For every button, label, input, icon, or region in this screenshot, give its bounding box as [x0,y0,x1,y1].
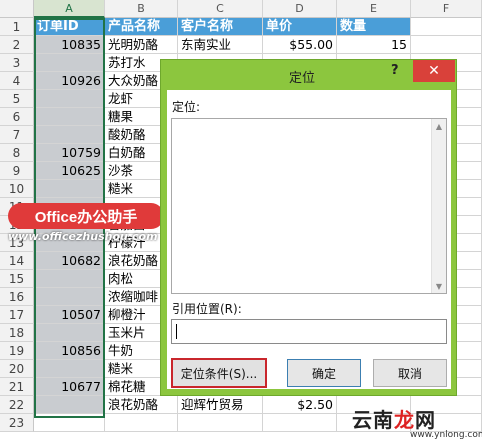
cell-a10[interactable] [34,180,105,198]
cell-a8[interactable]: 10759 [34,144,105,162]
column-header-b[interactable]: B [105,0,178,18]
cell-f1[interactable] [411,18,482,36]
cell-a7[interactable] [34,126,105,144]
cell-a2[interactable]: 10835 [34,36,105,54]
cell-f2[interactable] [411,36,482,54]
reference-input[interactable] [171,319,447,344]
cell-a3[interactable] [34,54,105,72]
row-header[interactable]: 22 [0,396,34,414]
row-header[interactable]: 23 [0,414,34,432]
row-header[interactable]: 9 [0,162,34,180]
reference-label: 引用位置(R): [172,302,242,316]
cell-b22[interactable]: 浪花奶酪 [105,396,178,414]
cell-a14[interactable]: 10682 [34,252,105,270]
row-header[interactable]: 2 [0,36,34,54]
cell-d1[interactable]: 单价 [263,18,337,36]
listbox-scrollbar[interactable]: ▲ ▼ [431,119,446,293]
row-header[interactable]: 8 [0,144,34,162]
brand-url: www.officezhushou.com [8,230,158,243]
watermark-text-1: 云南 [352,408,394,432]
row-header[interactable]: 10 [0,180,34,198]
cell-d22[interactable]: $2.50 [263,396,337,414]
row-header[interactable]: 16 [0,288,34,306]
cell-a1[interactable]: 订单ID [34,18,105,36]
select-all-corner[interactable] [0,0,34,18]
row-header[interactable]: 17 [0,306,34,324]
close-icon: ✕ [428,63,440,79]
row-header[interactable]: 1 [0,18,34,36]
row-header[interactable]: 21 [0,378,34,396]
cell-a5[interactable] [34,90,105,108]
column-header-a[interactable]: A [34,0,105,18]
cancel-button[interactable]: 取消 [373,359,447,387]
cell-c2[interactable]: 东南实业 [178,36,263,54]
ok-button[interactable]: 确定 [287,359,361,387]
row-header[interactable]: 18 [0,324,34,342]
dialog-body: 定位: ▲ ▼ 引用位置(R): 定位条件(S)... 确定 取消 [167,90,451,389]
scroll-down-icon[interactable]: ▼ [432,279,446,293]
cell-d2[interactable]: $55.00 [263,36,337,54]
row-header[interactable]: 7 [0,126,34,144]
special-button[interactable]: 定位条件(S)... [171,358,267,388]
row-header[interactable]: 14 [0,252,34,270]
cell-a21[interactable]: 10677 [34,378,105,396]
cell-b1[interactable]: 产品名称 [105,18,178,36]
column-header-e[interactable]: E [337,0,411,18]
cell-e2[interactable]: 15 [337,36,411,54]
cell-a20[interactable] [34,360,105,378]
row-header[interactable]: 6 [0,108,34,126]
cell-a4[interactable]: 10926 [34,72,105,90]
dialog-titlebar[interactable]: 定位 ? ✕ [161,60,456,90]
row-header[interactable]: 19 [0,342,34,360]
goto-label: 定位: [172,100,201,114]
cell-a23[interactable] [34,414,105,432]
cell-a9[interactable]: 10625 [34,162,105,180]
cell-a18[interactable] [34,324,105,342]
row-header[interactable]: 4 [0,72,34,90]
help-icon[interactable]: ? [391,63,399,78]
cell-e1[interactable]: 数量 [337,18,411,36]
cell-c23[interactable] [178,414,263,432]
goto-dialog: 定位 ? ✕ 定位: ▲ ▼ 引用位置(R): 定位条件(S)... 确定 取消 [160,59,457,396]
cell-b2[interactable]: 光明奶酪 [105,36,178,54]
brand-badge: Office办公助手 [8,203,164,229]
row-header[interactable]: 3 [0,54,34,72]
row-header[interactable]: 20 [0,360,34,378]
scroll-up-icon[interactable]: ▲ [432,119,446,133]
cell-a19[interactable]: 10856 [34,342,105,360]
goto-listbox[interactable]: ▲ ▼ [171,118,447,294]
text-caret [176,324,177,339]
watermark-text-2: 龙 [394,408,415,432]
cell-c1[interactable]: 客户名称 [178,18,263,36]
watermark-text-3: 网 [415,408,436,432]
column-header-c[interactable]: C [178,0,263,18]
cell-a16[interactable] [34,288,105,306]
row-header[interactable]: 15 [0,270,34,288]
cell-a15[interactable] [34,270,105,288]
cell-a17[interactable]: 10507 [34,306,105,324]
site-watermark: 云南龙网 [352,404,436,433]
site-watermark-url: www.ynlong.com [410,430,482,440]
row-header[interactable]: 5 [0,90,34,108]
column-header-d[interactable]: D [263,0,337,18]
dialog-title: 定位 [289,71,316,86]
brand-badge-text: Office办公助手 [34,208,138,226]
cell-c22[interactable]: 迎辉竹贸易 [178,396,263,414]
cell-a22[interactable] [34,396,105,414]
cell-b23[interactable] [105,414,178,432]
cell-a6[interactable] [34,108,105,126]
column-header-f[interactable]: F [411,0,482,18]
close-button[interactable]: ✕ [413,60,455,82]
cell-d23[interactable] [263,414,337,432]
